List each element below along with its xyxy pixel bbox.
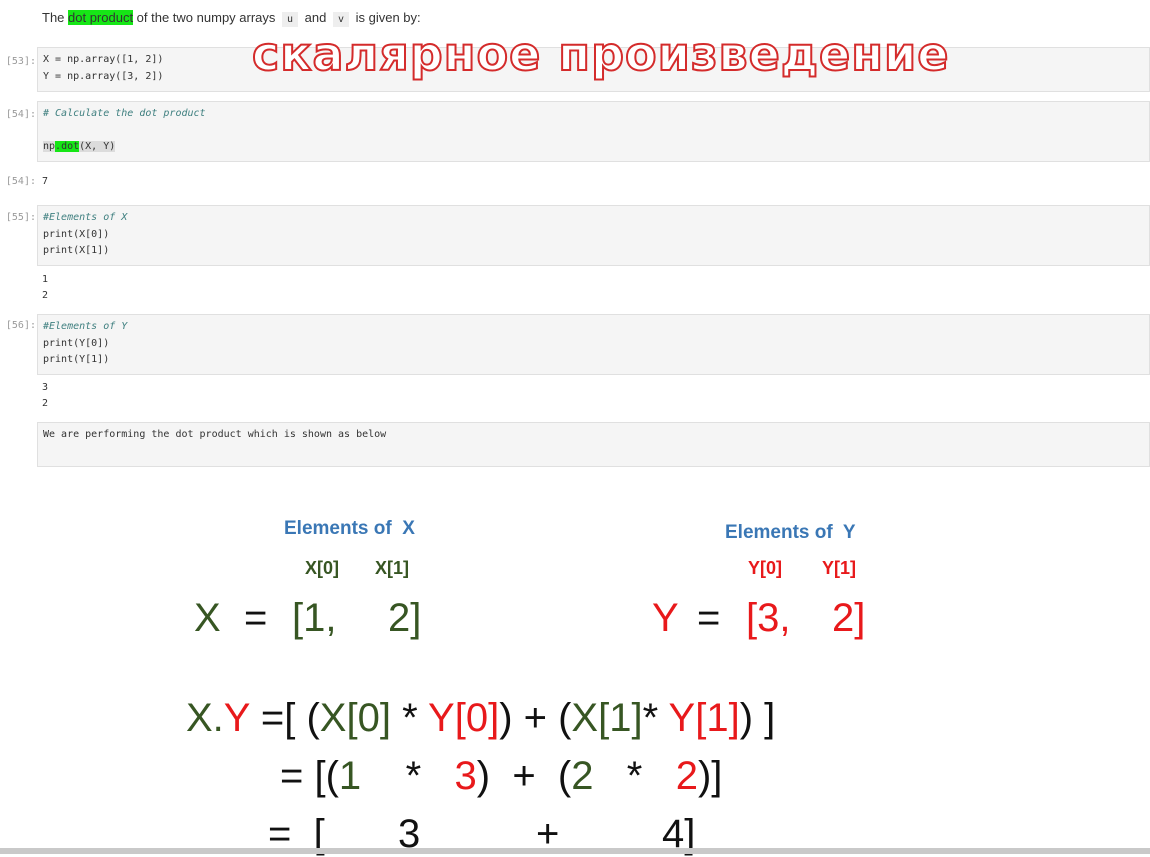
intro-and: and (301, 10, 330, 25)
output-56: 3 2 (42, 380, 48, 412)
y-name: Y (652, 596, 679, 640)
dot-product-diagram: Elements of X Elements of Y X[0] X[1] Y[… (0, 490, 1150, 856)
dot-product-highlight: dot product (68, 10, 134, 25)
y0-label: Y[0] (748, 558, 783, 578)
horizontal-scrollbar[interactable] (0, 848, 1150, 854)
output-line: 7 (42, 176, 49, 187)
elements-of-x-label: Elements of X (284, 518, 415, 539)
output-prompt-54: [54]: (5, 176, 36, 187)
code-comment: #Elements of X (43, 212, 128, 223)
cell-prompt-55: [55]: (5, 212, 36, 223)
code-comment: # Calculate the dot product (43, 108, 206, 119)
elements-of-y-label: Elements of Y (725, 522, 856, 543)
code-v: v (332, 12, 349, 27)
x-equals: = (244, 596, 268, 640)
intro-text: The dot product of the two numpy arrays … (42, 10, 421, 27)
code-line: print(Y[0]) (43, 337, 110, 349)
formula-line-2: = [(1 * 3) + (2 * 2)] (280, 754, 723, 798)
output-54: 7 (42, 174, 48, 190)
markdown-cell[interactable]: We are performing the dot product which … (37, 422, 1150, 467)
output-line: 1 (42, 274, 49, 285)
code-comment: #Elements of Y (43, 321, 128, 332)
x1-label: X[1] (375, 558, 410, 578)
overlay-title: скалярное произведение (251, 26, 950, 82)
x-name: X (194, 596, 221, 640)
x-array-close: 2] (388, 596, 422, 640)
output-55: 1 2 (42, 272, 48, 304)
x-array-open: [1, (292, 596, 337, 640)
y-array-open: [3, (746, 596, 791, 640)
code-line-dot: np.dot(X, Y) (43, 139, 1144, 156)
output-line: 2 (42, 398, 49, 409)
code-line: print(X[1]) (43, 245, 110, 256)
y-equals: = (697, 596, 721, 640)
code-cell-54[interactable]: # Calculate the dot product np.dot(X, Y) (37, 101, 1150, 162)
code-u: u (282, 12, 299, 27)
code-line: print(X[0]) (43, 228, 110, 240)
markdown-text: We are performing the dot product which … (43, 429, 387, 440)
code-line: print(Y[1]) (43, 354, 110, 365)
x0-label: X[0] (305, 558, 340, 578)
intro-after: is given by: (352, 10, 421, 25)
output-line: 3 (42, 382, 49, 393)
output-line: 2 (42, 290, 49, 301)
y-array-close: 2] (832, 596, 866, 640)
intro-middle: of the two numpy arrays (133, 10, 280, 25)
cell-prompt-53: [53]: (5, 56, 36, 67)
code-np: np (43, 140, 56, 152)
code-cell-56[interactable]: #Elements of Y print(Y[0]) print(Y[1]) (37, 314, 1150, 375)
cell-prompt-54: [54]: (5, 109, 36, 120)
y1-label: Y[1] (822, 558, 857, 578)
code-cell-55[interactable]: #Elements of X print(X[0]) print(X[1]) (37, 205, 1150, 266)
formula-line-1: X.Y =[ (X[0] * Y[0]) + (X[1]* Y[1]) ] (186, 696, 776, 740)
code-dot-highlight: .dot (55, 140, 80, 152)
intro-before: The (42, 10, 69, 25)
code-args: (X, Y) (79, 140, 116, 152)
cell-prompt-56: [56]: (5, 320, 36, 331)
